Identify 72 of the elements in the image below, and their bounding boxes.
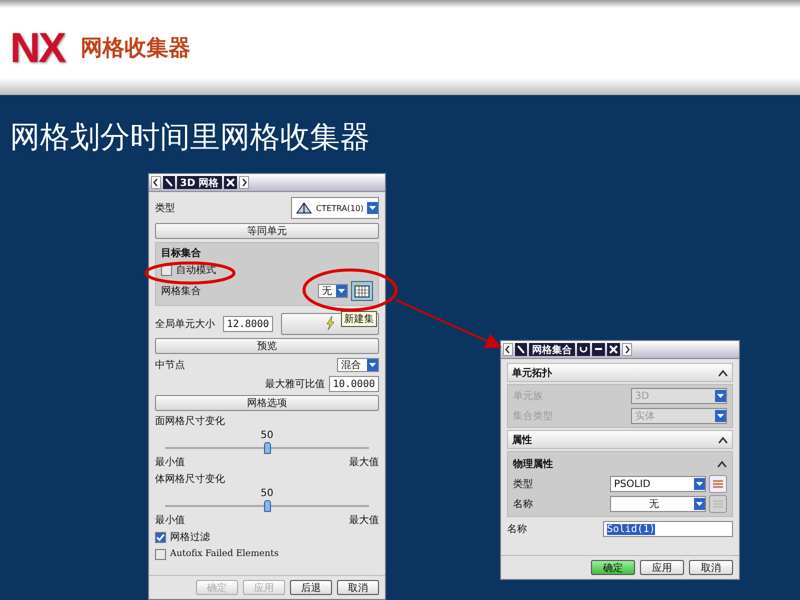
tetra-element-icon: [295, 201, 313, 215]
collector-dropdown[interactable]: 无: [318, 284, 348, 298]
field-label: 全局单元大小: [155, 318, 215, 331]
dialog-button[interactable]: 确定: [591, 560, 635, 575]
caret-icon[interactable]: [715, 390, 726, 402]
field-label: 类型: [155, 202, 175, 215]
pin-icon[interactable]: [515, 343, 527, 356]
slider-value: 50: [260, 430, 274, 440]
midnode-dropdown[interactable]: 混合: [337, 358, 379, 372]
field-label: 网格集合: [161, 284, 201, 298]
back-button[interactable]: [503, 343, 513, 356]
header-title: 网格收集器: [80, 34, 190, 62]
slider-min-label: 最小值: [155, 514, 185, 527]
group-header[interactable]: 属性: [507, 430, 733, 449]
checkbox-label: Autofix Failed Elements: [170, 549, 279, 559]
pin-icon[interactable]: [163, 176, 175, 189]
jacobian-input[interactable]: 10.0000: [328, 376, 379, 392]
caret-icon[interactable]: [715, 410, 726, 422]
close-icon[interactable]: [224, 176, 237, 189]
field-label: 最大雅可比值: [264, 378, 325, 391]
section-button[interactable]: 网格选项: [155, 395, 379, 411]
caret-icon[interactable]: [367, 359, 378, 371]
dropdown[interactable]: PSOLID: [610, 476, 706, 492]
slider-thumb[interactable]: [264, 500, 271, 512]
dialog-button[interactable]: 应用: [640, 560, 684, 575]
dialog-button[interactable]: 后退: [290, 580, 332, 595]
group-title: 目标集合: [161, 246, 202, 260]
slider-max-label: 最大值: [349, 456, 379, 469]
caret-icon[interactable]: [367, 202, 378, 214]
forward-button[interactable]: [238, 176, 249, 189]
list-icon[interactable]: [709, 475, 727, 493]
caret-icon[interactable]: [336, 285, 347, 297]
forward-button[interactable]: [622, 343, 632, 356]
reset-icon[interactable]: [577, 343, 590, 356]
collapse-icon[interactable]: [718, 368, 728, 376]
section-button[interactable]: 预览: [155, 338, 379, 354]
checkbox-label: 自动模式: [176, 264, 216, 277]
caret-icon[interactable]: [694, 498, 705, 510]
slider-min-label: 最小值: [155, 456, 185, 469]
field-label: 类型: [513, 478, 533, 491]
caret-icon[interactable]: [694, 478, 705, 490]
minimize-icon[interactable]: [592, 343, 605, 356]
slider-label: 体网格尺寸变化: [155, 472, 226, 486]
dialog-button[interactable]: 取消: [337, 580, 379, 595]
element-type-dropdown[interactable]: CTETRA(10): [291, 197, 379, 219]
field-label: 中节点: [155, 358, 185, 372]
back-button[interactable]: [151, 176, 161, 189]
lightning-icon: [325, 316, 335, 330]
name-input[interactable]: Solid(1): [603, 521, 733, 537]
section-button[interactable]: 等同单元: [155, 223, 379, 239]
logo: NX: [10, 24, 64, 72]
field-label: 名称: [513, 498, 533, 511]
group-header[interactable]: 单元拓扑: [507, 363, 733, 382]
tooltip: 新建集: [341, 311, 377, 327]
slider-label: 面网格尺寸变化: [155, 414, 226, 428]
checkbox[interactable]: [155, 532, 166, 542]
collapse-icon[interactable]: [717, 460, 727, 468]
slider-max-label: 最大值: [349, 514, 379, 527]
dialog-title: 网格集合: [529, 343, 575, 356]
checkbox[interactable]: [155, 548, 166, 560]
slider-value: 50: [260, 488, 274, 498]
slider-thumb[interactable]: [264, 442, 271, 454]
field-label: 名称: [507, 523, 527, 536]
dialog-button[interactable]: 取消: [689, 560, 733, 575]
slide-title: 网格划分时间里网格收集器: [9, 119, 371, 157]
dialog-title: 3D 网格: [177, 176, 222, 189]
new-collector-icon[interactable]: [351, 281, 373, 301]
checkbox-label: 网格过滤: [170, 530, 210, 544]
collapse-icon[interactable]: [718, 436, 728, 444]
size-input[interactable]: 12.8000: [222, 316, 274, 332]
close-icon[interactable]: [607, 343, 620, 356]
subgroup-title: 物理属性: [513, 458, 553, 471]
